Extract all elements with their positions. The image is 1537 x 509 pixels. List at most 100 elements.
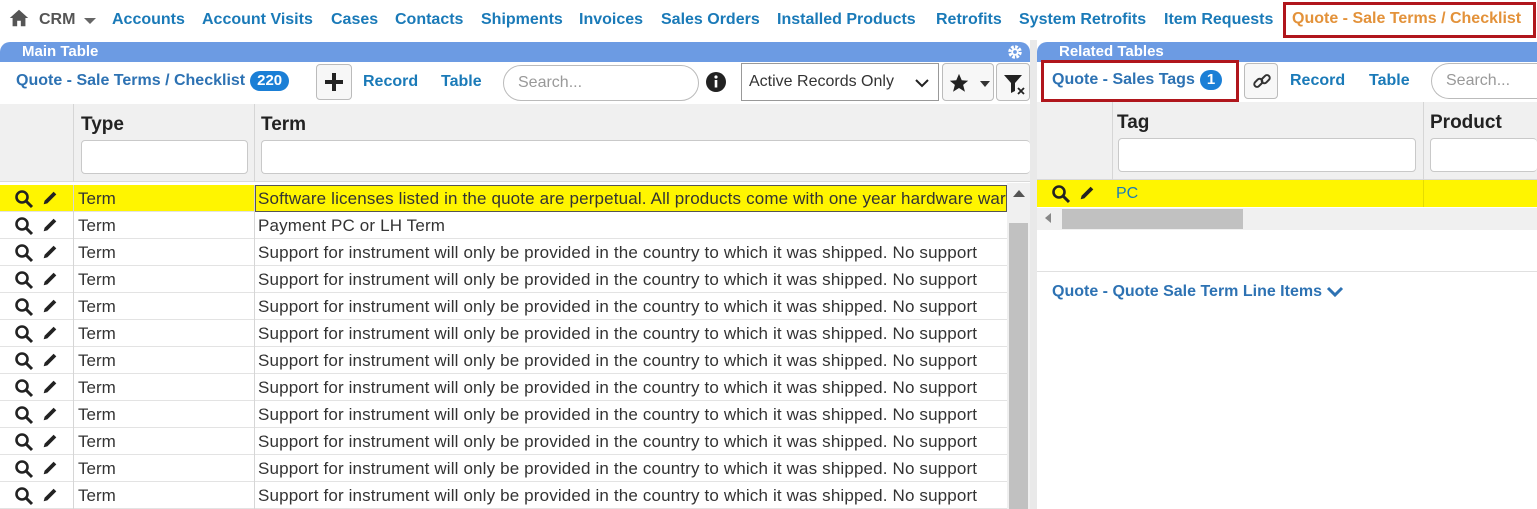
edit-record-icon[interactable] — [41, 486, 59, 504]
sub-section-toggle[interactable]: Quote - Quote Sale Term Line Items — [1052, 283, 1344, 301]
edit-record-icon[interactable] — [1078, 184, 1096, 202]
table-row[interactable]: Term Payment PC or LH Term — [0, 212, 1007, 239]
edit-record-icon[interactable] — [41, 189, 59, 207]
edit-record-icon[interactable] — [41, 405, 59, 423]
edit-record-icon[interactable] — [41, 270, 59, 288]
nav-link-invoices[interactable]: Invoices — [579, 11, 643, 29]
related-record-view-link[interactable]: Record — [1290, 72, 1345, 90]
column-header-type[interactable]: Type — [81, 114, 124, 136]
favorites-button[interactable] — [942, 63, 994, 101]
column-header-term[interactable]: Term — [261, 114, 306, 136]
type-cell[interactable]: Term — [78, 216, 116, 236]
type-cell[interactable]: Term — [78, 324, 116, 344]
table-row[interactable]: Term Support for instrument will only be … — [0, 320, 1007, 347]
type-cell[interactable]: Term — [78, 189, 116, 209]
type-cell[interactable]: Term — [78, 351, 116, 371]
nav-link-item-requests[interactable]: Item Requests — [1164, 11, 1273, 29]
view-record-icon[interactable] — [14, 189, 34, 209]
scroll-up-arrow-icon[interactable] — [1013, 190, 1025, 197]
type-cell[interactable]: Term — [78, 243, 116, 263]
nav-link-account-visits[interactable]: Account Visits — [202, 11, 313, 29]
term-cell[interactable]: Support for instrument will only be prov… — [258, 432, 1007, 452]
edit-record-icon[interactable] — [41, 243, 59, 261]
edit-record-icon[interactable] — [41, 378, 59, 396]
search-input[interactable]: Search... — [503, 65, 699, 101]
table-row[interactable]: Term Support for instrument will only be … — [0, 293, 1007, 320]
view-record-icon[interactable] — [14, 243, 34, 263]
type-cell[interactable]: Term — [78, 270, 116, 290]
nav-link-shipments[interactable]: Shipments — [481, 11, 563, 29]
related-scrollbar-thumb[interactable] — [1062, 209, 1243, 229]
add-record-button[interactable] — [316, 64, 352, 100]
type-filter-input[interactable] — [81, 140, 248, 174]
tag-value[interactable]: PC — [1116, 185, 1138, 203]
table-row[interactable]: Term Support for instrument will only be … — [0, 239, 1007, 266]
product-filter-input[interactable] — [1430, 138, 1537, 172]
nav-link-contacts[interactable]: Contacts — [395, 11, 463, 29]
tag-filter-input[interactable] — [1118, 138, 1416, 172]
view-record-icon[interactable] — [14, 405, 34, 425]
edit-record-icon[interactable] — [41, 432, 59, 450]
edit-record-icon[interactable] — [41, 459, 59, 477]
table-row[interactable]: Term Support for instrument will only be … — [0, 428, 1007, 455]
info-icon[interactable] — [706, 72, 726, 92]
clear-filter-button[interactable] — [996, 63, 1030, 101]
table-row[interactable]: Term Support for instrument will only be … — [0, 374, 1007, 401]
table-row[interactable]: Term Support for instrument will only be … — [0, 482, 1007, 509]
nav-link-active[interactable]: Quote - Sale Terms / Checklist — [1292, 10, 1521, 28]
view-record-icon[interactable] — [14, 351, 34, 371]
term-cell[interactable]: Support for instrument will only be prov… — [258, 486, 1007, 506]
nav-link-retrofits[interactable]: Retrofits — [936, 11, 1002, 29]
edit-record-icon[interactable] — [41, 216, 59, 234]
term-cell[interactable]: Support for instrument will only be prov… — [258, 378, 1007, 398]
link-record-button[interactable] — [1244, 63, 1278, 99]
column-header-tag[interactable]: Tag — [1117, 112, 1149, 134]
view-record-icon[interactable] — [14, 324, 34, 344]
term-cell[interactable]: Support for instrument will only be prov… — [258, 324, 1007, 344]
record-view-link[interactable]: Record — [363, 73, 418, 91]
type-cell[interactable]: Term — [78, 459, 116, 479]
term-cell[interactable]: Support for instrument will only be prov… — [258, 351, 1007, 371]
type-cell[interactable]: Term — [78, 378, 116, 398]
table-row[interactable]: Term Support for instrument will only be … — [0, 266, 1007, 293]
view-record-icon[interactable] — [14, 270, 34, 290]
edit-record-icon[interactable] — [41, 324, 59, 342]
nav-link-cases[interactable]: Cases — [331, 11, 378, 29]
nav-link-system-retrofits[interactable]: System Retrofits — [1019, 11, 1146, 29]
table-row[interactable]: Term Support for instrument will only be … — [0, 347, 1007, 374]
related-table-title[interactable]: Quote - Sales Tags 1 — [1052, 70, 1223, 90]
scroll-left-arrow-icon[interactable] — [1045, 213, 1051, 223]
term-cell[interactable]: Software licenses listed in the quote ar… — [258, 189, 1007, 209]
term-filter-input[interactable] — [261, 140, 1030, 174]
type-cell[interactable]: Term — [78, 297, 116, 317]
table-row[interactable]: Term Software licenses listed in the quot… — [0, 185, 1007, 212]
records-filter-select[interactable]: Active Records Only — [741, 63, 939, 101]
nav-link-accounts[interactable]: Accounts — [112, 11, 185, 29]
term-cell[interactable]: Support for instrument will only be prov… — [258, 459, 1007, 479]
gear-icon[interactable] — [1006, 43, 1024, 61]
table-row[interactable]: Term Support for instrument will only be … — [0, 455, 1007, 482]
view-record-icon[interactable] — [1051, 184, 1071, 204]
table-row[interactable]: Term Support for instrument will only be … — [0, 401, 1007, 428]
related-table-row[interactable]: PC — [1037, 180, 1537, 207]
home-icon[interactable] — [8, 7, 30, 29]
nav-link-sales-orders[interactable]: Sales Orders — [661, 11, 760, 29]
panel-splitter[interactable] — [1030, 40, 1037, 509]
view-record-icon[interactable] — [14, 297, 34, 317]
view-record-icon[interactable] — [14, 486, 34, 506]
crm-menu[interactable]: CRM — [39, 11, 75, 29]
term-cell[interactable]: Support for instrument will only be prov… — [258, 243, 1007, 263]
term-cell[interactable]: Support for instrument will only be prov… — [258, 270, 1007, 290]
view-record-icon[interactable] — [14, 459, 34, 479]
type-cell[interactable]: Term — [78, 405, 116, 425]
view-record-icon[interactable] — [14, 216, 34, 236]
term-cell[interactable]: Support for instrument will only be prov… — [258, 405, 1007, 425]
term-cell[interactable]: Payment PC or LH Term — [258, 216, 1007, 236]
related-table-view-link[interactable]: Table — [1369, 72, 1410, 90]
view-record-icon[interactable] — [14, 378, 34, 398]
related-search-input[interactable]: Search... — [1431, 63, 1537, 99]
view-record-icon[interactable] — [14, 432, 34, 452]
type-cell[interactable]: Term — [78, 486, 116, 506]
type-cell[interactable]: Term — [78, 432, 116, 452]
table-view-link[interactable]: Table — [441, 73, 482, 91]
